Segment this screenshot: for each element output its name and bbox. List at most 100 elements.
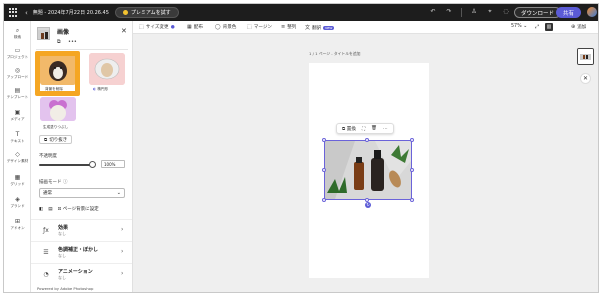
organize-label: 整列 xyxy=(287,25,297,30)
rail-label: アップロード xyxy=(6,75,29,79)
background-button[interactable]: ◯ 背景色 xyxy=(215,24,236,30)
flip-icon[interactable]: ◧ xyxy=(39,207,43,212)
crop-button[interactable]: ⧉ 切り抜き xyxy=(39,135,73,144)
adjust-icon[interactable]: ▤ xyxy=(48,207,52,212)
zoom-value: 57% xyxy=(511,24,522,29)
more-icon[interactable]: … xyxy=(383,126,388,131)
rail-item-templates[interactable]: ▤ テンプレート xyxy=(4,88,31,100)
page-thumbnail[interactable] xyxy=(577,48,594,65)
menu-title: アニメーション xyxy=(58,269,93,275)
close-icon[interactable]: ✕ xyxy=(121,27,127,35)
rail-label: 検索 xyxy=(13,35,22,39)
divider xyxy=(36,49,128,50)
rail-item-search[interactable]: ⌕ 検索 xyxy=(4,28,31,40)
rail-item-addons[interactable]: ⊞ アドオン xyxy=(4,219,31,231)
avatar[interactable] xyxy=(587,7,597,17)
rail-label: ブランド xyxy=(10,204,25,208)
comment-icon[interactable]: ◌ xyxy=(502,8,510,16)
resize-handle-e[interactable] xyxy=(410,168,414,172)
image-panel: 画像 ✕ ⧉ ••• 背景を削除 ◐ 楕円形 生成塗りつぶし ⧉ 切り抜き 不透… xyxy=(31,21,133,292)
translate-button[interactable]: 文翻訳 NEW xyxy=(305,24,335,31)
menu-subtitle: なし xyxy=(58,231,66,236)
rotate-icon[interactable]: ↻ xyxy=(365,202,371,208)
menu-title: 色調補正・ぼかし xyxy=(58,247,99,253)
pages-icon[interactable]: ▥ xyxy=(545,23,553,31)
pin-icon[interactable]: ⌖ xyxy=(486,8,494,16)
premium-button[interactable]: プレミアムを試す xyxy=(114,7,179,18)
resize-handle-ne[interactable] xyxy=(410,138,414,142)
image-thumbnail xyxy=(37,27,50,40)
rail-label: テキスト xyxy=(10,139,25,143)
download-button[interactable]: ダウンロード xyxy=(514,7,562,18)
chevron-right-icon: › xyxy=(121,226,124,233)
resize-handle-sw[interactable] xyxy=(322,198,326,202)
replace-button[interactable]: ⧉ 置換 xyxy=(342,126,356,132)
back-icon[interactable]: ‹ xyxy=(25,9,28,17)
crop-shape-text: 楕円形 xyxy=(97,87,109,91)
media-icon: ▣ xyxy=(14,109,21,116)
layout-label: 配布 xyxy=(193,25,203,30)
menu-animation[interactable]: ◔ アニメーション なし › xyxy=(31,263,132,285)
add-button[interactable]: ⊕ 追加 xyxy=(571,24,586,30)
layout-button[interactable]: ▦ 配布 xyxy=(187,24,203,30)
brand-icon: ◈ xyxy=(15,196,20,203)
top-bar: ‹ 無題 - 2024年7月22日 20.26.45 プレミアムを試す ↶ ↷ … xyxy=(4,4,598,21)
background-icon: ◯ xyxy=(215,24,221,30)
rail-item-upload[interactable]: ◎ アップロード xyxy=(4,68,31,80)
crown-icon xyxy=(122,10,128,15)
menu-effects[interactable]: ƒx 効果 なし › xyxy=(31,219,132,241)
search-icon: ⌕ xyxy=(15,27,20,34)
set-background-label: ページ背景に設定 xyxy=(62,207,99,212)
translate-icon: 文 xyxy=(305,25,311,31)
resize-handle-se[interactable] xyxy=(410,198,414,202)
rail-item-media[interactable]: ▣ メディア xyxy=(4,110,31,122)
redo-icon[interactable]: ↷ xyxy=(445,8,453,16)
info-icon[interactable]: ⓘ xyxy=(63,180,68,185)
person-icon[interactable]: ♙ xyxy=(470,8,478,16)
share-button[interactable]: 共有 xyxy=(556,7,582,18)
rail-item-projects[interactable]: ▭ プロジェクト xyxy=(4,48,31,60)
resize-handle-w[interactable] xyxy=(322,168,326,172)
document-title[interactable]: 無題 - 2024年7月22日 20.26.45 xyxy=(33,9,109,16)
rail-label: メディア xyxy=(10,117,25,121)
resize-handle-nw[interactable] xyxy=(322,138,326,142)
more-icon[interactable]: ••• xyxy=(68,39,77,45)
shapes-icon: ◇ xyxy=(15,151,20,158)
generative-fill-card[interactable] xyxy=(40,97,76,121)
opacity-slider-track[interactable] xyxy=(39,164,93,166)
blend-mode-select[interactable]: 通常 ⌄ xyxy=(39,188,125,198)
crop-shape-card[interactable] xyxy=(89,53,125,85)
menu-subtitle: なし xyxy=(58,275,66,280)
opacity-slider-knob[interactable] xyxy=(89,161,96,168)
resize-handle-n[interactable] xyxy=(365,138,369,142)
context-toolbar: ⧉ 置換 ⛶ 🗑 … xyxy=(336,123,394,134)
crop-icon[interactable]: ⛶ xyxy=(362,126,365,132)
rail-item-text[interactable]: T テキスト xyxy=(4,132,31,144)
template-icon: ▤ xyxy=(14,87,21,94)
zoom-select[interactable]: 57% ⌄ xyxy=(511,24,527,29)
trash-icon[interactable]: 🗑 xyxy=(371,126,377,131)
organize-button[interactable]: ≡ 整列 xyxy=(281,24,296,30)
menu-color-blur[interactable]: ☰ 色調補正・ぼかし なし › xyxy=(31,241,132,263)
fit-icon[interactable]: ⤢ xyxy=(533,23,541,31)
opacity-input[interactable]: 100% xyxy=(101,160,125,168)
translate-label: 翻訳 xyxy=(312,25,322,31)
selected-image[interactable] xyxy=(324,140,412,200)
layout-icon: ▦ xyxy=(187,24,192,30)
undo-icon[interactable]: ↶ xyxy=(429,8,437,16)
rail-item-design[interactable]: ◇ デザイン素材 xyxy=(4,152,31,164)
rail-item-grid[interactable]: ▦ グリッド xyxy=(4,175,31,187)
replace-icon[interactable]: ⧉ xyxy=(57,39,61,45)
app-grid-icon[interactable] xyxy=(9,7,19,18)
divider xyxy=(461,8,462,17)
crop-button-label: 切り抜き xyxy=(49,137,68,143)
rail-item-brand[interactable]: ◈ ブランド xyxy=(4,197,31,209)
set-background-button[interactable]: ⊡ ページ背景に設定 xyxy=(58,206,99,212)
page-label[interactable]: 1 / 1 ページ - タイトルを追加 xyxy=(309,51,360,57)
rail-label: アドオン xyxy=(10,226,25,230)
close-icon[interactable]: ✕ xyxy=(580,73,591,84)
ellipse-icon: ◐ xyxy=(93,87,97,91)
margin-button[interactable]: ⬚ マージン xyxy=(247,24,272,30)
resize-button[interactable]: ⬚ サイズ変更 ● xyxy=(139,24,175,30)
crown-icon: ● xyxy=(170,24,175,30)
